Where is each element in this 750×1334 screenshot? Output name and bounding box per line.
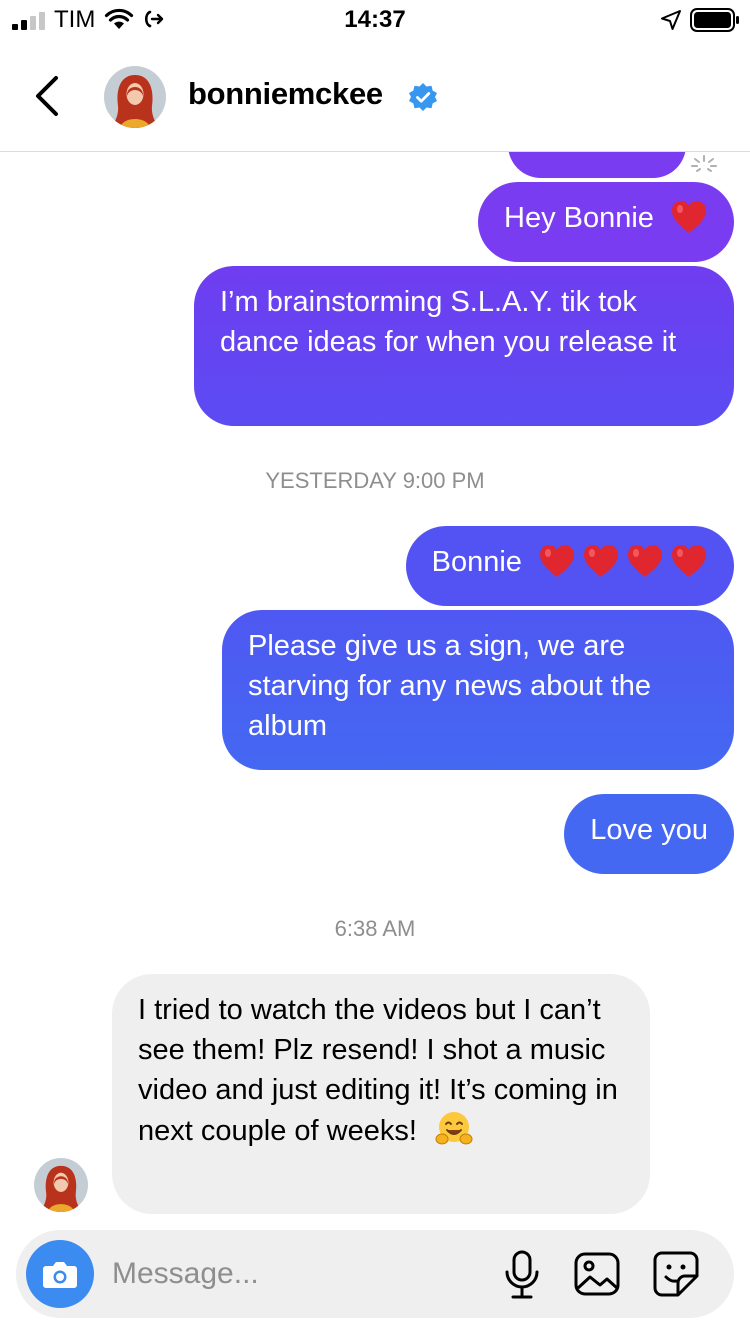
status-time: 14:37 [344, 6, 406, 33]
heart-emoji-icon [628, 545, 662, 577]
outgoing-message[interactable]: Bonnie [405, 526, 734, 606]
message-text: Bonnie [431, 546, 522, 578]
hugging-face-emoji-icon [435, 1112, 473, 1145]
timestamp-divider: YESTERDAY 9:00 PM [265, 468, 485, 493]
profile-photo-icon [34, 1158, 88, 1212]
microphone-icon[interactable] [502, 1250, 542, 1300]
message-text: Love you [590, 814, 708, 846]
avatar[interactable] [104, 66, 166, 128]
sending-spinner-icon [691, 155, 717, 172]
outgoing-message[interactable]: I’m brainstorming S.L.A.Y. tik tok dance… [194, 266, 734, 426]
message-input[interactable] [112, 1250, 472, 1298]
profile-photo-icon [104, 66, 166, 128]
timestamp-divider: 6:38 AM [334, 916, 416, 941]
sender-avatar[interactable] [34, 1158, 88, 1212]
outgoing-message[interactable]: Hey Bonnie [478, 182, 734, 262]
heart-emoji-icon [540, 545, 574, 577]
back-chevron-icon[interactable] [26, 72, 66, 120]
camera-icon [43, 1262, 77, 1288]
chat-username[interactable]: bonniemckee [188, 76, 383, 112]
message-text: Please give us a sign, we are starving f… [248, 630, 652, 742]
message-text: Hey Bonnie [504, 202, 654, 234]
location-arrow-icon [661, 10, 681, 30]
camera-button[interactable] [26, 1240, 94, 1308]
previous-message-bubble[interactable] [508, 152, 686, 178]
message-text: I’m brainstorming S.L.A.Y. tik tok dance… [220, 286, 677, 358]
message-text: I tried to watch the videos but I can’t … [138, 994, 618, 1147]
gallery-icon[interactable] [574, 1252, 620, 1296]
sticker-icon[interactable] [652, 1250, 700, 1298]
verified-badge-icon [409, 83, 437, 111]
outgoing-message[interactable]: Love you [564, 794, 734, 874]
chat-header: bonniemckee [0, 42, 750, 152]
battery-icon [690, 8, 739, 32]
outgoing-message[interactable]: Please give us a sign, we are starving f… [222, 610, 734, 770]
message-thread[interactable]: Hey Bonnie I’m brainstorming S.L.A.Y. ti… [0, 152, 750, 1230]
incoming-message[interactable]: I tried to watch the videos but I can’t … [112, 974, 650, 1214]
heart-emoji-icon [672, 201, 706, 233]
message-composer [16, 1230, 734, 1318]
heart-emoji-icon [672, 545, 706, 577]
status-bar: TIM 14:37 [0, 0, 750, 42]
heart-emoji-icon [584, 545, 618, 577]
